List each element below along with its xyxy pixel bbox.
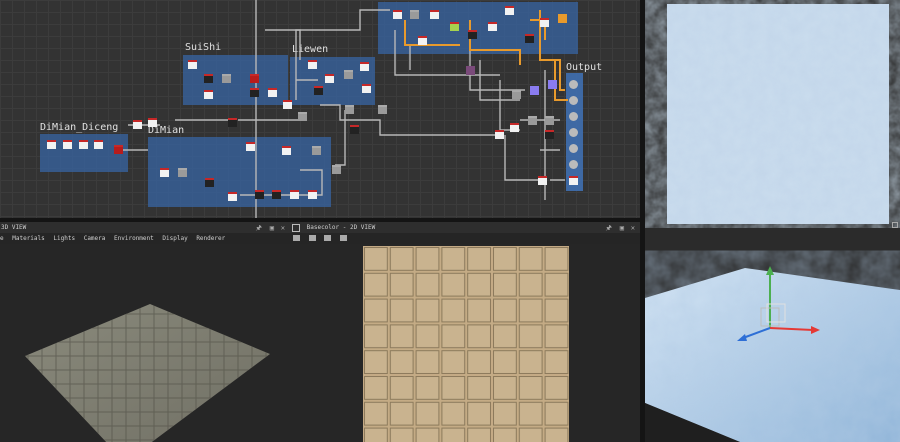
output-node[interactable] — [569, 128, 578, 137]
graph-node[interactable] — [160, 168, 169, 177]
graph-node[interactable] — [538, 176, 547, 185]
output-node[interactable] — [569, 160, 578, 169]
2d-view-titlebar: Basecolor - 2D VIEW 🖈 ▣ ✕ — [290, 222, 640, 233]
graph-node[interactable] — [148, 118, 157, 127]
graph-node[interactable] — [540, 18, 549, 27]
node-wires — [120, 0, 568, 218]
tiled-floor-3d-mesh[interactable] — [0, 244, 290, 442]
2d-view-toolbar — [290, 233, 640, 244]
image-icon — [292, 223, 300, 232]
3d-view-menubar: e Materials Lights Camera Environment Di… — [0, 233, 290, 244]
tiled-floor-basecolor-texture[interactable] — [290, 244, 640, 442]
graph-node[interactable] — [450, 22, 459, 31]
graph-node[interactable] — [393, 10, 402, 19]
graph-node[interactable] — [283, 100, 292, 109]
graph-node[interactable] — [250, 88, 259, 97]
graph-node[interactable] — [188, 60, 197, 69]
graph-node[interactable] — [525, 34, 534, 43]
graph-node[interactable] — [94, 140, 103, 149]
snow-texture-preview[interactable] — [645, 0, 900, 228]
graph-node[interactable] — [488, 22, 497, 31]
graph-node[interactable] — [268, 88, 277, 97]
graph-node[interactable] — [495, 130, 504, 139]
menu-item-renderer[interactable]: Renderer — [196, 235, 225, 242]
save-icon[interactable] — [308, 235, 316, 241]
graph-node[interactable] — [325, 74, 334, 83]
3d-view-panel[interactable]: 3D VIEW 🖈 ▣ ✕ e Materials Lights Camera … — [0, 222, 290, 442]
graph-node[interactable] — [418, 36, 427, 45]
texture-preview-panel — [645, 0, 900, 228]
graph-node[interactable] — [204, 74, 213, 83]
graph-node[interactable] — [466, 66, 475, 75]
graph-node[interactable] — [133, 120, 142, 129]
settings-icon[interactable] — [339, 235, 347, 241]
graph-node[interactable] — [298, 112, 307, 121]
graph-node[interactable] — [332, 165, 341, 174]
graph-node[interactable] — [558, 14, 567, 23]
menu-item-display[interactable]: Display — [162, 235, 187, 242]
output-node[interactable] — [569, 176, 578, 185]
graph-node[interactable] — [222, 74, 231, 83]
graph-node[interactable] — [410, 10, 419, 19]
graph-node[interactable] — [228, 192, 237, 201]
output-node[interactable] — [569, 144, 578, 153]
graph-node[interactable] — [344, 70, 353, 79]
graph-node[interactable] — [345, 105, 354, 114]
graph-node[interactable] — [79, 140, 88, 149]
node-graph-canvas[interactable]: SuiShi Liewen DiMian_Diceng DiMian Outpu… — [0, 0, 640, 218]
output-node[interactable] — [569, 112, 578, 121]
output-node[interactable] — [569, 96, 578, 105]
output-node[interactable] — [569, 80, 578, 89]
graph-node[interactable] — [204, 90, 213, 99]
2d-view-title: Basecolor - 2D VIEW — [306, 224, 376, 231]
graph-node[interactable] — [308, 60, 317, 69]
menu-item-partial[interactable]: e — [0, 235, 4, 242]
graph-node[interactable] — [314, 86, 323, 95]
graph-node[interactable] — [63, 140, 72, 149]
graph-node[interactable] — [528, 116, 537, 125]
3d-view-titlebar: 3D VIEW 🖈 ▣ ✕ — [0, 222, 290, 233]
copy-icon[interactable] — [324, 235, 332, 241]
snow-3d-preview-panel[interactable] — [645, 228, 900, 442]
graph-node[interactable] — [228, 118, 237, 127]
graph-node[interactable] — [430, 10, 439, 19]
graph-node[interactable] — [545, 116, 554, 125]
graph-node[interactable] — [510, 123, 519, 132]
graph-node[interactable] — [512, 90, 521, 99]
graph-node[interactable] — [530, 86, 539, 95]
graph-node[interactable] — [250, 74, 259, 83]
graph-node[interactable] — [312, 146, 321, 155]
graph-node[interactable] — [362, 84, 371, 93]
graph-node[interactable] — [505, 6, 514, 15]
graph-node[interactable] — [350, 125, 359, 134]
fit-view-icon[interactable] — [293, 235, 300, 241]
graph-node[interactable] — [548, 80, 557, 89]
graph-node[interactable] — [205, 178, 214, 187]
menu-item-environment[interactable]: Environment — [114, 235, 154, 242]
menu-item-camera[interactable]: Camera — [84, 235, 106, 242]
graph-node[interactable] — [290, 190, 299, 199]
menu-item-materials[interactable]: Materials — [12, 235, 45, 242]
menu-item-lights[interactable]: Lights — [53, 235, 75, 242]
graph-node[interactable] — [114, 145, 123, 154]
graph-node[interactable] — [255, 190, 264, 199]
graph-node[interactable] — [47, 140, 56, 149]
graph-node[interactable] — [468, 30, 477, 39]
graph-node[interactable] — [545, 130, 554, 139]
graph-node[interactable] — [246, 142, 255, 151]
graph-node[interactable] — [178, 168, 187, 177]
graph-node[interactable] — [308, 190, 317, 199]
graph-node[interactable] — [360, 62, 369, 71]
graph-node[interactable] — [378, 105, 387, 114]
2d-view-panel[interactable]: Basecolor - 2D VIEW 🖈 ▣ ✕ — [290, 222, 640, 442]
3d-view-title: 3D VIEW — [1, 224, 27, 231]
graph-node[interactable] — [272, 190, 281, 199]
graph-node[interactable] — [282, 146, 291, 155]
